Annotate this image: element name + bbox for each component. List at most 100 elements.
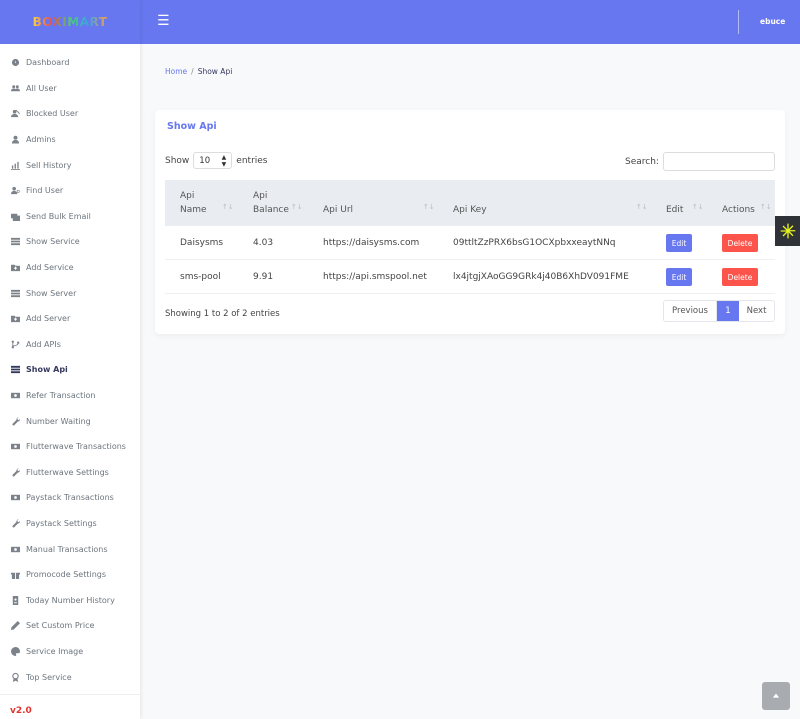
sidebar-item-promocode-settings[interactable]: Promocode Settings (0, 562, 140, 588)
breadcrumb-separator: / (191, 67, 194, 76)
pagination: Previous 1 Next (663, 300, 775, 322)
sidebar-item-blocked-user[interactable]: Blocked User (0, 101, 140, 127)
breadcrumb: Home / Show Api (165, 67, 232, 76)
sidebar-item-label: All User (26, 83, 57, 93)
entries-label: entries (236, 155, 268, 166)
sidebar-item-add-apis[interactable]: Add APIs (0, 332, 140, 358)
pen-icon (10, 621, 20, 631)
folder-plus-icon (10, 314, 20, 323)
column-header-edit[interactable]: Edit ↑↓ (666, 180, 714, 226)
column-header-api-key[interactable]: Api Key ↑↓ (453, 180, 648, 226)
page-1-button[interactable]: 1 (717, 301, 739, 321)
arrow-up-icon (772, 693, 780, 698)
entries-select[interactable]: 10 ▲ ▼ (193, 152, 233, 169)
sidebar-item-show-service[interactable]: Show Service (0, 229, 140, 255)
sidebar-item-send-bulk-email[interactable]: Send Bulk Email (0, 204, 140, 230)
sidebar-item-add-service[interactable]: Add Service (0, 255, 140, 281)
brand-bar: BOXIMART (0, 0, 140, 44)
wrench-icon (10, 518, 20, 528)
sidebar-item-number-waiting[interactable]: Number Waiting (0, 408, 140, 434)
entries-select-value: 10 (199, 155, 211, 166)
money-icon (10, 545, 20, 554)
wrench-icon (10, 416, 20, 426)
sidebar-item-find-user[interactable]: Find User (0, 178, 140, 204)
column-header-api-balance[interactable]: Api Balance ↑↓ (253, 180, 318, 226)
cell-api-balance: 9.91 (253, 272, 274, 282)
sidebar-item-show-server[interactable]: Show Server (0, 280, 140, 306)
cell-api-balance: 4.03 (253, 238, 274, 248)
next-page-button[interactable]: Next (739, 301, 774, 321)
brand-logo[interactable]: BOXIMART (33, 15, 108, 29)
find-user-icon (10, 186, 20, 195)
show-api-card: Show Api Show 10 ▲ ▼ entries Search: Api N… (155, 110, 785, 334)
sidebar-item-top-service[interactable]: Top Service (0, 664, 140, 690)
users-icon (10, 84, 20, 93)
sidebar-item-label: Find User (26, 186, 64, 196)
sidebar-item-label: Top Service (26, 672, 72, 682)
sidebar-item-set-custom-price[interactable]: Set Custom Price (0, 613, 140, 639)
gear-icon (780, 223, 795, 239)
column-header-actions[interactable]: Actions ↑↓ (722, 180, 775, 226)
topbar: ☰ ebuce (140, 0, 800, 44)
sort-icon: ↑↓ (423, 203, 435, 211)
search-input[interactable] (662, 152, 775, 171)
folder-plus-icon (10, 263, 20, 272)
money-icon (10, 391, 20, 400)
topbar-divider (738, 10, 739, 34)
show-label: Show (165, 155, 190, 166)
cell-api-url: https://daisysms.com (323, 238, 420, 248)
sidebar-item-show-api[interactable]: Show Api (0, 357, 140, 383)
column-header-api-name[interactable]: Api Name ↑↓ (180, 180, 250, 226)
sort-icon: ↑↓ (636, 203, 648, 211)
money-icon (10, 442, 20, 451)
delete-button[interactable]: Delete (722, 234, 758, 252)
sidebar: BOXIMART Dashboard All User Blocked User Ad… (0, 0, 140, 719)
table-search: Search: (625, 152, 775, 171)
sidebar-item-all-user[interactable]: All User (0, 76, 140, 102)
settings-toggle[interactable] (775, 216, 800, 246)
column-header-api-url[interactable]: Api Url ↑↓ (323, 180, 435, 226)
hamburger-icon[interactable]: ☰ (157, 14, 170, 28)
sort-icon: ↑↓ (291, 203, 303, 211)
sort-icon: ↑↓ (692, 203, 704, 211)
version-label: v2.0 (10, 706, 32, 716)
sidebar-item-dashboard[interactable]: Dashboard (0, 50, 140, 76)
api-table: Api Name ↑↓ Api Balance ↑↓ Api Url ↑↓ Api … (165, 180, 775, 294)
cell-api-name: Daisysms (180, 238, 224, 248)
scroll-top-button[interactable] (762, 682, 790, 710)
dashboard-icon (10, 58, 20, 67)
sidebar-item-paystack-transactions[interactable]: Paystack Transactions (0, 485, 140, 511)
award-icon (10, 672, 20, 682)
sidebar-item-add-server[interactable]: Add Server (0, 306, 140, 332)
edit-button[interactable]: Edit (666, 268, 692, 286)
delete-button[interactable]: Delete (722, 268, 758, 286)
table-header: Api Name ↑↓ Api Balance ↑↓ Api Url ↑↓ Api … (165, 180, 775, 226)
sidebar-item-manual-transactions[interactable]: Manual Transactions (0, 536, 140, 562)
sidebar-item-label: Show Service (26, 237, 80, 247)
cell-api-key: lx4jtgjXAoGG9GRk4j40B6XhDV091FME (453, 272, 629, 282)
edit-button[interactable]: Edit (666, 234, 692, 252)
sidebar-item-refer-transaction[interactable]: Refer Transaction (0, 383, 140, 409)
previous-page-button[interactable]: Previous (664, 301, 717, 321)
sidebar-item-label: Sell History (26, 160, 72, 170)
gift-icon (10, 570, 20, 580)
sidebar-item-label: Refer Transaction (26, 391, 96, 401)
sidebar-item-paystack-settings[interactable]: Paystack Settings (0, 511, 140, 537)
list-icon (10, 289, 20, 298)
sidebar-item-today-number-history[interactable]: Today Number History (0, 587, 140, 613)
cell-api-url: https://api.smspool.net (323, 272, 427, 282)
sidebar-item-label: Show Server (26, 288, 77, 298)
sidebar-item-sell-history[interactable]: Sell History (0, 152, 140, 178)
sidebar-item-flutterwave-settings[interactable]: Flutterwave Settings (0, 460, 140, 486)
palette-icon (10, 646, 20, 656)
sidebar-item-admins[interactable]: Admins (0, 127, 140, 153)
mail-bulk-icon (10, 212, 20, 221)
sort-icon: ↑↓ (222, 203, 234, 211)
money-icon (10, 493, 20, 502)
breadcrumb-home-link[interactable]: Home (165, 67, 187, 76)
sidebar-item-service-image[interactable]: Service Image (0, 639, 140, 665)
sidebar-item-flutterwave-transactions[interactable]: Flutterwave Transactions (0, 434, 140, 460)
chart-icon (10, 161, 20, 170)
user-menu[interactable]: ebuce (760, 17, 785, 26)
sidebar-item-label: Show Api (26, 365, 68, 375)
